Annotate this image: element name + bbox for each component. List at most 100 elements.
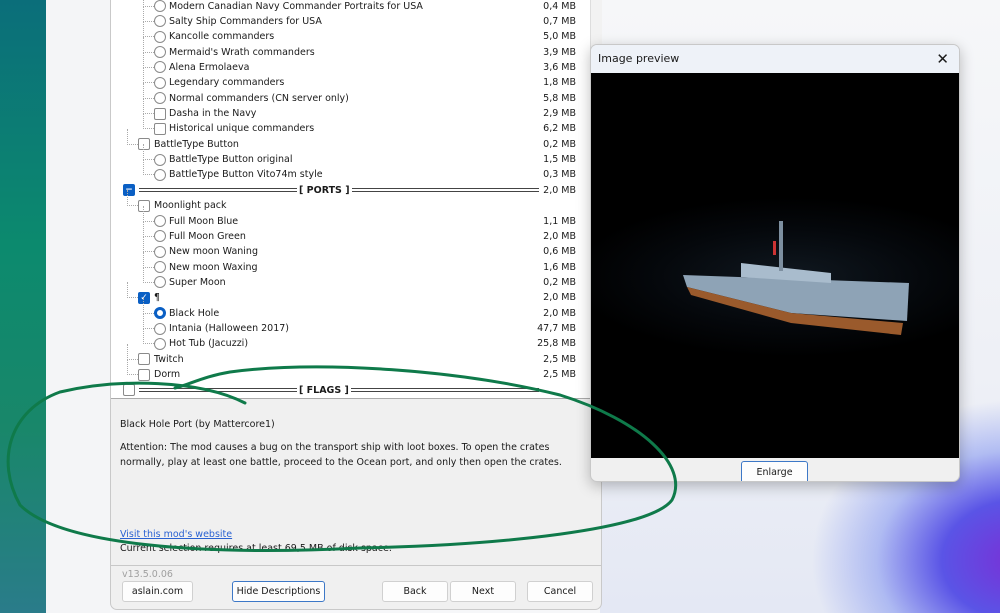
tree-row-label: Black Hole	[169, 307, 220, 319]
aslain-site-button[interactable]: aslain.com	[122, 581, 193, 602]
radio-button[interactable]	[154, 61, 166, 74]
tree-row-size: 6,2 MB	[543, 123, 576, 135]
radio-button[interactable]	[154, 230, 166, 243]
checkbox[interactable]	[138, 353, 150, 366]
tree-row-label: BattleType Button original	[169, 154, 293, 166]
radio-button[interactable]	[154, 76, 166, 89]
section-title: [ FLAGS ]	[297, 382, 351, 398]
desktop-background	[46, 0, 110, 613]
tree-row[interactable]: Normal commanders (CN server only) 5,8 MB	[111, 82, 581, 106]
radio-button[interactable]	[154, 307, 166, 320]
tree-row-label: Historical unique commanders	[169, 123, 315, 135]
radio-button[interactable]	[154, 337, 166, 350]
tree-row-label: Intania (Halloween 2017)	[169, 323, 290, 335]
mod-website-link[interactable]: Visit this mod's website	[120, 529, 232, 540]
radio-button[interactable]	[154, 15, 166, 28]
enlarge-button[interactable]: Enlarge	[741, 461, 808, 481]
close-icon[interactable]: ✕	[936, 45, 949, 73]
tree-row[interactable]: Twitch 2,5 MB	[111, 343, 581, 367]
cancel-button[interactable]: Cancel	[527, 581, 593, 602]
tree-row[interactable]: Dasha in the Navy 2,9 MB	[111, 98, 581, 121]
tree-row-label: Modern Canadian Navy Commander Portraits…	[169, 0, 423, 12]
tree-connector	[143, 144, 154, 161]
installer-window: Modern Canadian Navy Commander Portraits…	[110, 0, 602, 610]
tree-row[interactable]: Full Moon Green 2,0 MB	[111, 220, 581, 244]
tree-row[interactable]: BattleType Button Vito74m style 0,3 MB	[111, 159, 581, 182]
tree-row-size: 0,2 MB	[543, 138, 576, 150]
tree-row[interactable]: Kancolle commanders 5,0 MB	[111, 21, 581, 44]
tree-row-size: 2,5 MB	[543, 369, 576, 381]
tree-connector	[143, 220, 154, 237]
tree-row[interactable]: New moon Waxing 1,6 MB	[111, 251, 581, 275]
radio-button[interactable]	[154, 168, 166, 181]
tree-row[interactable]: Dorm 2,5 MB	[111, 359, 581, 382]
tree-row-label: Full Moon Green	[169, 230, 246, 242]
radio-button[interactable]	[154, 0, 166, 12]
tree-row-label: ¶	[154, 292, 161, 304]
radio-button[interactable]	[154, 215, 166, 228]
tree-section-row[interactable]: [ FLAGS ]	[111, 382, 581, 398]
tree-row-size: 25,8 MB	[537, 338, 576, 350]
radio-button[interactable]	[154, 322, 166, 335]
tree-row-size: 2,0 MB	[543, 307, 576, 319]
tree-row[interactable]: Intania (Halloween 2017) 47,7 MB	[111, 313, 581, 336]
tree-connector	[143, 297, 154, 314]
checkbox[interactable]	[154, 107, 166, 120]
tree-connector	[127, 128, 138, 145]
tree-row[interactable]: Salty Ship Commanders for USA 0,7 MB	[111, 5, 581, 29]
tree-connector	[143, 21, 154, 38]
tree-row[interactable]: Hot Tub (Jacuzzi) 25,8 MB	[111, 328, 581, 351]
tree-connector	[127, 359, 138, 376]
radio-button[interactable]	[154, 261, 166, 274]
tree-row[interactable]: Super Moon 0,2 MB	[111, 266, 581, 290]
tree-row-label: Salty Ship Commanders for USA	[169, 15, 322, 27]
tree-row-size: 2,0 MB	[543, 184, 576, 196]
checkbox[interactable]	[154, 122, 166, 135]
tree-row[interactable]: Moonlight pack	[111, 190, 581, 213]
footer-divider	[111, 565, 601, 566]
tree-section-row[interactable]: −[ PORTS ] 2,0 MB	[111, 182, 581, 198]
radio-button[interactable]	[154, 46, 166, 59]
radio-button[interactable]	[154, 276, 166, 289]
radio-button[interactable]	[154, 245, 166, 258]
radio-button[interactable]	[154, 153, 166, 166]
tree-row[interactable]: ✓ ¶ 2,0 MB	[111, 282, 581, 305]
radio-button[interactable]	[154, 30, 166, 43]
tree-row-label: Dasha in the Navy	[169, 108, 257, 120]
tree-row[interactable]: BattleType Button original 1,5 MB	[111, 144, 581, 167]
section-checkbox[interactable]	[123, 384, 135, 396]
ship-flags	[773, 241, 776, 255]
tree-row-size: 0,3 MB	[543, 169, 576, 181]
preview-title-bar: Image preview ✕	[591, 45, 959, 73]
tree-row[interactable]: New moon Waning 0,6 MB	[111, 236, 581, 259]
tree-row-size: 1,5 MB	[543, 154, 576, 166]
hide-descriptions-button[interactable]: Hide Descriptions	[232, 581, 325, 602]
tree-connector	[143, 328, 154, 345]
next-button[interactable]: Next	[450, 581, 516, 602]
tree-row-label: Kancolle commanders	[169, 31, 275, 43]
tree-row[interactable]: Alena Ermolaeva 3,6 MB	[111, 51, 581, 75]
tree-row[interactable]: Legendary commanders 1,8 MB	[111, 67, 581, 90]
tree-row[interactable]: Full Moon Blue 1,1 MB	[111, 205, 581, 229]
tree-row[interactable]: Historical unique commanders 6,2 MB	[111, 113, 581, 136]
tree-row[interactable]: BattleType Button 0,2 MB	[111, 128, 581, 152]
tree-row-size: 2,9 MB	[543, 108, 576, 120]
tree-row[interactable]: Black Hole 2,0 MB	[111, 297, 581, 321]
tree-connector	[143, 98, 154, 115]
radio-button[interactable]	[154, 92, 166, 105]
tree-row-label: New moon Waxing	[169, 261, 258, 273]
tree-row-size: 0,7 MB	[543, 15, 576, 27]
back-button[interactable]: Back	[382, 581, 448, 602]
component-tree: Modern Canadian Navy Commander Portraits…	[111, 0, 591, 399]
tree-row[interactable]: Modern Canadian Navy Commander Portraits…	[111, 0, 581, 14]
tree-row-size: 2,0 MB	[543, 292, 576, 304]
tree-row-label: Normal commanders (CN server only)	[169, 92, 349, 104]
checkbox[interactable]	[138, 368, 150, 381]
tree-row-label: New moon Waning	[169, 246, 258, 258]
tree-row-label: BattleType Button	[154, 138, 239, 150]
tree-row-size: 0,2 MB	[543, 276, 576, 288]
tree-row[interactable]: Mermaid's Wrath commanders 3,9 MB	[111, 36, 581, 60]
tree-connector	[143, 51, 154, 68]
tree-row-size: 47,7 MB	[537, 323, 576, 335]
tree-row-size: 0,6 MB	[543, 246, 576, 258]
